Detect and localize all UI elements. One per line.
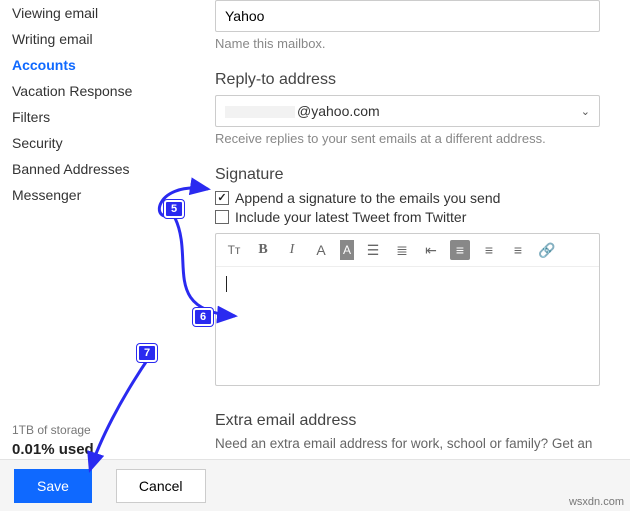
reply-to-label: Reply-to address	[215, 71, 600, 89]
extra-email-text: Need an extra email address for work, sc…	[215, 434, 600, 454]
annotation-marker-5: 5	[164, 200, 184, 218]
sidebar-item-accounts[interactable]: Accounts	[12, 52, 185, 78]
mailbox-name-input[interactable]	[215, 0, 600, 32]
watermark: wsxdn.com	[569, 496, 624, 508]
storage-used: 0.01% used	[12, 439, 185, 462]
sidebar-item-viewing-email[interactable]: Viewing email	[12, 0, 185, 26]
sidebar-nav: Viewing email Writing email Accounts Vac…	[12, 0, 185, 421]
include-tweet-checkbox[interactable]	[215, 210, 229, 224]
cancel-button[interactable]: Cancel	[116, 469, 206, 503]
sidebar-item-security[interactable]: Security	[12, 130, 185, 156]
bold-icon[interactable]: B	[253, 240, 273, 260]
signature-label: Signature	[215, 166, 600, 184]
sidebar-item-vacation-response[interactable]: Vacation Response	[12, 78, 185, 104]
align-left-icon[interactable]: ≡	[450, 240, 470, 260]
annotation-marker-7: 7	[137, 344, 157, 362]
link-icon[interactable]: 🔗	[537, 240, 557, 260]
bullet-list-icon[interactable]: ☰	[363, 240, 383, 260]
button-bar: Save Cancel	[0, 459, 630, 511]
append-signature-checkbox[interactable]	[215, 191, 229, 205]
extra-email-section: Extra email address Need an extra email …	[215, 412, 600, 454]
sidebar-item-writing-email[interactable]: Writing email	[12, 26, 185, 52]
reply-to-field: Reply-to address @yahoo.com ⌄ Receive re…	[215, 71, 600, 146]
font-size-icon[interactable]: Tᴛ	[224, 240, 244, 260]
signature-textarea[interactable]	[216, 267, 599, 385]
signature-editor: Tᴛ B I A A ☰ ≣ ⇤ ≡ ≡ ≡ 🔗	[215, 233, 600, 386]
settings-sidebar: Viewing email Writing email Accounts Vac…	[0, 0, 185, 511]
include-tweet-label: Include your latest Tweet from Twitter	[235, 209, 466, 225]
reply-to-helper: Receive replies to your sent emails at a…	[215, 131, 600, 146]
append-signature-label: Append a signature to the emails you sen…	[235, 190, 500, 206]
save-button[interactable]: Save	[14, 469, 92, 503]
extra-email-title: Extra email address	[215, 412, 600, 430]
sidebar-item-banned-addresses[interactable]: Banned Addresses	[12, 156, 185, 182]
sidebar-item-messenger[interactable]: Messenger	[12, 182, 185, 208]
annotation-marker-6: 6	[193, 308, 213, 326]
number-list-icon[interactable]: ≣	[392, 240, 412, 260]
italic-icon[interactable]: I	[282, 240, 302, 260]
obscured-username	[225, 106, 295, 118]
mailbox-name-field: Name this mailbox.	[215, 0, 600, 51]
sidebar-item-filters[interactable]: Filters	[12, 104, 185, 130]
highlight-icon[interactable]: A	[340, 240, 354, 260]
reply-to-selected: @yahoo.com	[225, 103, 380, 119]
chevron-down-icon: ⌄	[581, 105, 590, 118]
signature-field: Signature Append a signature to the emai…	[215, 166, 600, 386]
reply-to-select[interactable]: @yahoo.com ⌄	[215, 95, 600, 127]
font-color-icon[interactable]: A	[311, 240, 331, 260]
align-right-icon[interactable]: ≡	[508, 240, 528, 260]
indent-decrease-icon[interactable]: ⇤	[421, 240, 441, 260]
mailbox-name-helper: Name this mailbox.	[215, 36, 600, 51]
align-center-icon[interactable]: ≡	[479, 240, 499, 260]
editor-toolbar: Tᴛ B I A A ☰ ≣ ⇤ ≡ ≡ ≡ 🔗	[216, 234, 599, 267]
storage-total: 1TB of storage	[12, 421, 185, 439]
main-panel: Name this mailbox. Reply-to address @yah…	[185, 0, 630, 511]
